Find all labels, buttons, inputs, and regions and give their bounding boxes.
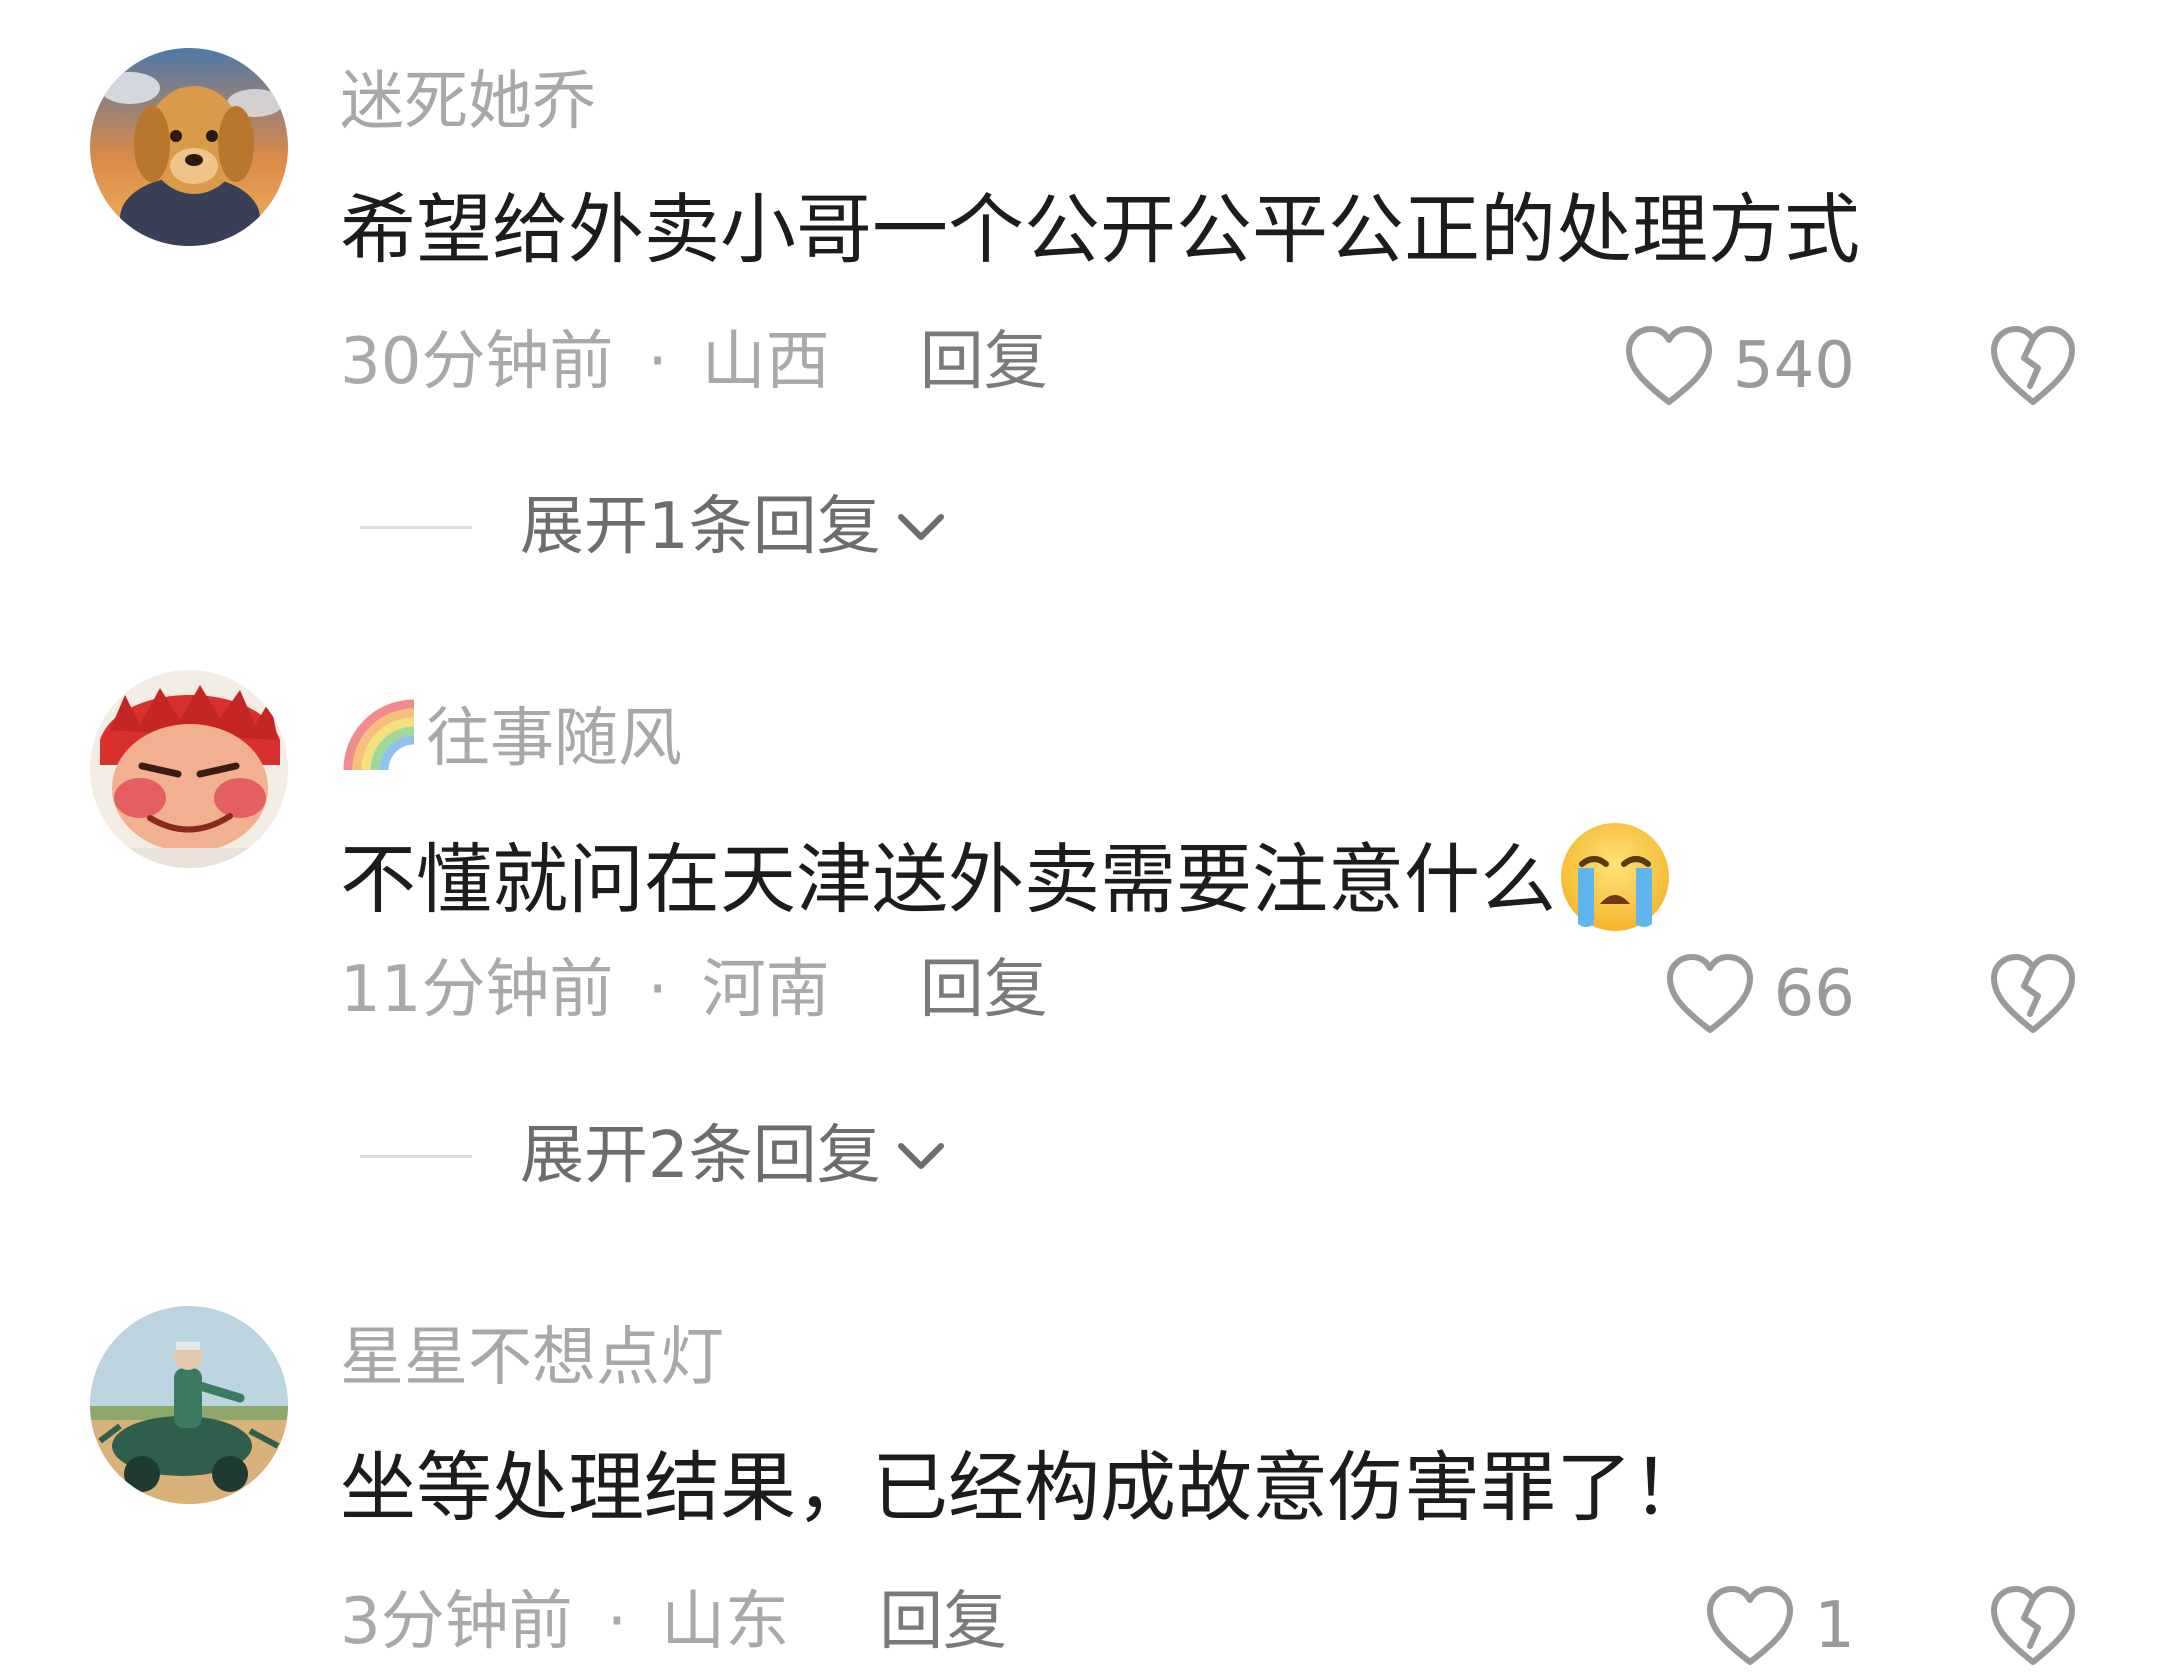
like-button[interactable]: 1 xyxy=(1704,1584,1855,1668)
comment-text-content: 不懂就问在天津送外卖需要注意什么 xyxy=(340,835,1556,924)
comment-username[interactable]: 迷死她乔 xyxy=(340,70,596,134)
comment-meta: 3分钟前 · 山东 回复 xyxy=(340,1590,1007,1654)
dislike-button[interactable] xyxy=(1988,1584,2078,1668)
divider-line xyxy=(360,1154,472,1158)
reply-button[interactable]: 回复 xyxy=(879,1585,1007,1659)
comment-time: 30分钟前 xyxy=(340,325,614,399)
broken-heart-icon xyxy=(1991,954,2075,1033)
comment-text: 希望给外卖小哥一个公开公平公正的处理方式 xyxy=(340,185,1860,274)
dislike-button[interactable] xyxy=(1988,952,2078,1036)
comment-text: 不懂就问在天津送外卖需要注意什么 xyxy=(340,818,1674,936)
meta-separator: · xyxy=(647,325,668,399)
meta-separator: · xyxy=(606,1585,628,1659)
dislike-button[interactable] xyxy=(1988,324,2078,408)
comment-location: 山东 xyxy=(661,1585,790,1659)
reply-button[interactable]: 回复 xyxy=(920,953,1048,1027)
chevron-down-icon xyxy=(897,514,944,540)
broken-heart-icon xyxy=(1991,1586,2075,1665)
loudly-crying-face-emoji-icon xyxy=(1561,823,1669,931)
heart-icon xyxy=(1625,326,1712,405)
divider-line xyxy=(360,525,472,529)
anime-character-avatar-icon xyxy=(90,670,288,868)
heart-icon xyxy=(1666,954,1753,1033)
comment-location: 山西 xyxy=(701,325,830,399)
heart-icon xyxy=(1707,1586,1794,1665)
comment-meta: 30分钟前 · 山西 回复 xyxy=(340,330,1048,394)
username-text: 往事随风 xyxy=(426,702,682,776)
expand-replies-button[interactable]: 展开1条回复 xyxy=(360,495,949,559)
user-avatar[interactable] xyxy=(90,48,288,246)
reply-button[interactable]: 回复 xyxy=(920,325,1048,399)
comment-username[interactable]: 星星不想点灯 xyxy=(340,1326,724,1390)
like-button[interactable]: 66 xyxy=(1664,952,1855,1036)
comment-text: 坐等处理结果，已经构成故意伤害罪了！ xyxy=(340,1443,1708,1532)
meta-separator: · xyxy=(647,953,668,1027)
golden-retriever-avatar-icon xyxy=(90,48,288,246)
comment-time: 3分钟前 xyxy=(340,1585,573,1659)
expand-replies-label: 展开2条回复 xyxy=(520,1119,881,1193)
chevron-down-icon xyxy=(897,1143,944,1169)
expand-replies-label: 展开1条回复 xyxy=(520,490,881,564)
like-count: 540 xyxy=(1732,329,1855,403)
user-avatar[interactable] xyxy=(90,1306,288,1504)
comment-location: 河南 xyxy=(701,953,830,1027)
comment-username[interactable]: 往事随风 xyxy=(340,690,682,774)
like-count: 1 xyxy=(1814,1589,1855,1663)
figure-on-vehicle-avatar-icon xyxy=(90,1306,288,1504)
user-avatar[interactable] xyxy=(90,670,288,868)
broken-heart-icon xyxy=(1991,326,2075,405)
like-button[interactable]: 540 xyxy=(1623,324,1855,408)
expand-replies-button[interactable]: 展开2条回复 xyxy=(360,1124,949,1188)
rainbow-emoji-icon xyxy=(343,699,415,771)
comment-time: 11分钟前 xyxy=(340,953,614,1027)
like-count: 66 xyxy=(1773,957,1855,1031)
comment-meta: 11分钟前 · 河南 回复 xyxy=(340,958,1048,1022)
